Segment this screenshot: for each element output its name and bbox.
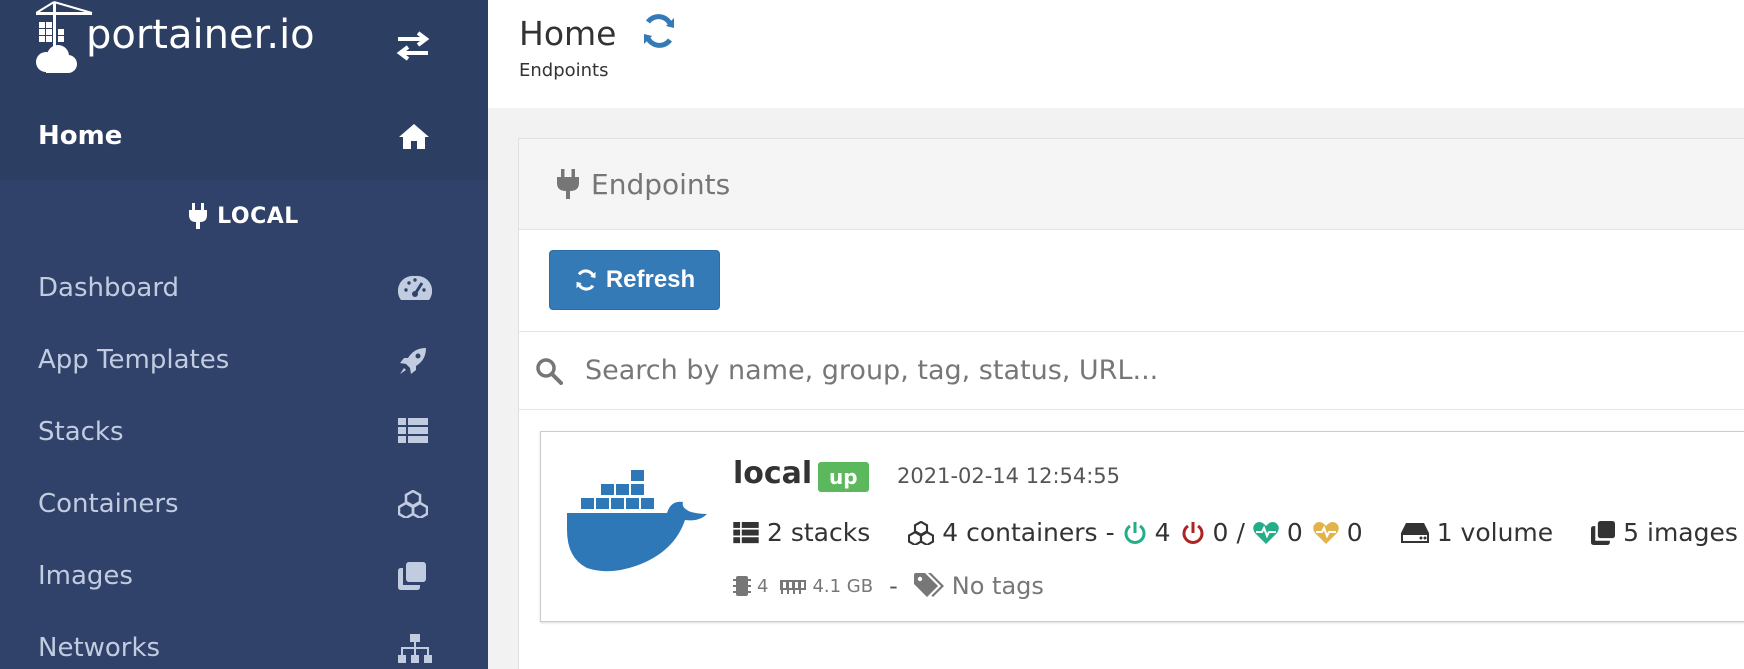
endpoint-card[interactable]: local up 2021-02-14 12:54:55 2 stacks 4 … [540, 431, 1744, 622]
sidebar-item-label: Home [38, 121, 123, 151]
page-header: Home Endpoints [488, 0, 1744, 108]
memory-size: 4.1 GB [812, 575, 874, 597]
sidebar-item-dashboard[interactable]: Dashboard [0, 252, 488, 324]
brand-bar: portainer.io [0, 0, 488, 92]
containers-count: 4 containers [942, 518, 1098, 547]
healthy-count: 0 [1286, 518, 1303, 547]
tags-icon [913, 573, 944, 597]
sidebar: portainer.io Home LOCAL Dashboard App Te… [0, 0, 488, 669]
search-bar [519, 332, 1744, 410]
heartbeat-unhealthy-icon [1313, 521, 1339, 544]
sidebar-item-app-templates[interactable]: App Templates [0, 324, 488, 396]
widget-header: Endpoints [519, 139, 1744, 230]
sidebar-item-label: Dashboard [38, 273, 180, 303]
sidebar-item-label: Images [38, 561, 133, 591]
sidebar-item-label: Networks [38, 633, 161, 663]
status-badge: up [818, 462, 869, 492]
separator: - [889, 572, 898, 600]
endpoint-timestamp: 2021-02-14 12:54:55 [897, 464, 1121, 488]
cubes-icon [908, 520, 935, 545]
volumes-stat: 1 volume [1400, 518, 1554, 547]
sidebar-item-stacks[interactable]: Stacks [0, 396, 488, 468]
search-input[interactable] [585, 355, 1585, 386]
sidebar-item-images[interactable]: Images [0, 540, 488, 612]
endpoint-resources: 4 4.1 GB - No tags [733, 572, 1044, 600]
separator: - [1105, 518, 1115, 547]
sidebar-item-label: Containers [38, 489, 179, 519]
page-title: Home [519, 14, 617, 53]
sidebar-item-label: App Templates [38, 345, 230, 375]
portainer-logo[interactable]: portainer.io [35, 0, 316, 84]
brand-text: portainer.io [86, 12, 315, 58]
tachometer-icon [397, 274, 433, 308]
sidebar-endpoint-header: LOCAL [0, 180, 488, 252]
clone-icon [1591, 520, 1616, 545]
widget-title: Endpoints [591, 167, 731, 201]
plug-icon [189, 203, 208, 229]
tags-label: No tags [951, 572, 1044, 600]
app-root: portainer.io Home LOCAL Dashboard App Te… [0, 0, 1744, 669]
th-list-icon [733, 521, 759, 543]
heartbeat-healthy-icon [1253, 521, 1279, 544]
power-stopped-icon [1182, 521, 1203, 544]
endpoint-name: local [733, 456, 813, 491]
cpu-count: 4 [757, 575, 769, 597]
separator: / [1236, 518, 1245, 547]
sitemap-icon [398, 634, 432, 668]
sidebar-item-home[interactable]: Home [0, 92, 488, 180]
stopped-count: 0 [1212, 518, 1229, 547]
images-count: 5 images [1623, 518, 1738, 547]
th-list-icon [398, 418, 428, 448]
refresh-icon [576, 269, 596, 291]
sidebar-item-networks[interactable]: Networks [0, 612, 488, 669]
memory-icon [780, 580, 807, 594]
sidebar-item-containers[interactable]: Containers [0, 468, 488, 540]
widget-toolbar: Refresh [519, 230, 1744, 332]
sidebar-item-label: Stacks [38, 417, 124, 447]
endpoint-stats: 2 stacks 4 containers - 4 0 / 0 0 1 volu… [733, 518, 1738, 547]
rocket-icon [398, 346, 428, 380]
images-stat: 5 images [1591, 518, 1738, 547]
endpoints-widget: Endpoints Refresh Search by name, group,… [518, 138, 1744, 669]
search-icon [536, 357, 563, 385]
cubes-icon [397, 489, 429, 522]
main-content: Home Endpoints Endpoints Refresh Search … [488, 0, 1744, 669]
refresh-button-label: Refresh [605, 266, 696, 293]
running-count: 4 [1154, 518, 1171, 547]
power-running-icon [1124, 521, 1146, 544]
refresh-button[interactable]: Refresh [549, 250, 720, 310]
hdd-icon [1400, 522, 1429, 543]
exchange-icon[interactable] [394, 30, 432, 66]
refresh-icon[interactable] [640, 12, 678, 54]
stacks-count: 2 stacks [767, 518, 871, 547]
endpoint-header-label: LOCAL [217, 203, 299, 229]
plug-icon [557, 169, 579, 199]
docker-logo-icon [567, 470, 707, 586]
volumes-count: 1 volume [1436, 518, 1554, 547]
home-icon [398, 122, 430, 154]
containers-stat: 4 containers - 4 0 / 0 0 [908, 518, 1363, 547]
breadcrumb: Endpoints [519, 60, 609, 81]
unhealthy-count: 0 [1346, 518, 1363, 547]
microchip-icon [733, 576, 751, 596]
clone-icon [398, 562, 426, 594]
stacks-stat: 2 stacks [733, 518, 870, 547]
tags-stat: No tags [913, 572, 1044, 600]
